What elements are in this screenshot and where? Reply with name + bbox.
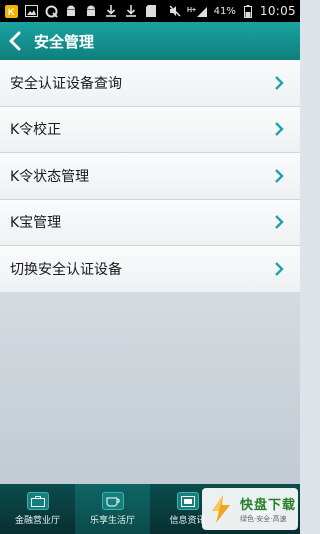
back-button[interactable] bbox=[0, 22, 30, 60]
tab-label: 信息资讯 bbox=[169, 516, 206, 526]
android-icon bbox=[84, 4, 98, 18]
list-item-label: K令校正 bbox=[10, 122, 62, 139]
signal-icon: H+ bbox=[187, 4, 209, 18]
tab-label: 乐享生活厅 bbox=[89, 516, 135, 526]
svg-text:K: K bbox=[8, 7, 15, 17]
list-item-label: K宝管理 bbox=[10, 215, 62, 232]
q-icon bbox=[44, 4, 58, 18]
app-header: 安全管理 bbox=[0, 22, 300, 60]
chevron-right-icon bbox=[275, 122, 284, 137]
content-background bbox=[0, 292, 300, 484]
sd-icon bbox=[144, 4, 158, 18]
tab-finance-hall[interactable]: 金融营业厅 bbox=[0, 484, 75, 534]
list-item-k-token-calibrate[interactable]: K令校正 bbox=[0, 106, 300, 153]
chevron-right-icon bbox=[275, 215, 284, 230]
svg-text:H+: H+ bbox=[187, 7, 196, 14]
image-icon bbox=[24, 4, 38, 18]
clock: 10:05 bbox=[259, 4, 296, 18]
download-icon bbox=[104, 4, 118, 18]
download-icon bbox=[124, 4, 138, 18]
watermark-subtitle: 绿色·安全·高速 bbox=[240, 515, 287, 523]
battery-icon bbox=[241, 4, 255, 18]
mute-icon bbox=[168, 4, 182, 18]
android-icon bbox=[64, 4, 78, 18]
chevron-left-icon bbox=[9, 31, 21, 51]
news-icon bbox=[176, 492, 199, 510]
app-k-icon: K bbox=[4, 4, 18, 18]
list-item-label: K令状态管理 bbox=[10, 168, 90, 185]
battery-percent: 41% bbox=[213, 5, 236, 17]
list-item-label: 安全认证设备查询 bbox=[10, 75, 122, 92]
list-item-label: 切换安全认证设备 bbox=[10, 261, 122, 278]
list-item-k-token-status[interactable]: K令状态管理 bbox=[0, 153, 300, 200]
tab-label: 金融营业厅 bbox=[14, 516, 60, 526]
cup-icon bbox=[101, 492, 124, 510]
briefcase-icon bbox=[26, 492, 49, 510]
chevron-right-icon bbox=[275, 261, 284, 276]
status-bar: K H+ 41% 10:05 bbox=[0, 0, 300, 22]
chevron-right-icon bbox=[275, 75, 284, 90]
lightning-logo-icon bbox=[212, 495, 230, 523]
settings-list: 安全认证设备查询 K令校正 K令状态管理 K宝管理 切换安全认证设备 bbox=[0, 60, 300, 293]
watermark-logo: 快盘下载 绿色·安全·高速 bbox=[202, 488, 298, 530]
list-item-k-bao-manage[interactable]: K宝管理 bbox=[0, 199, 300, 246]
watermark-title: 快盘下载 bbox=[240, 498, 297, 513]
chevron-right-icon bbox=[275, 168, 284, 183]
list-item-switch-device[interactable]: 切换安全认证设备 bbox=[0, 246, 300, 293]
page-title: 安全管理 bbox=[34, 32, 95, 51]
tab-life-hall[interactable]: 乐享生活厅 bbox=[75, 484, 150, 534]
list-item-security-device-query[interactable]: 安全认证设备查询 bbox=[0, 60, 300, 107]
